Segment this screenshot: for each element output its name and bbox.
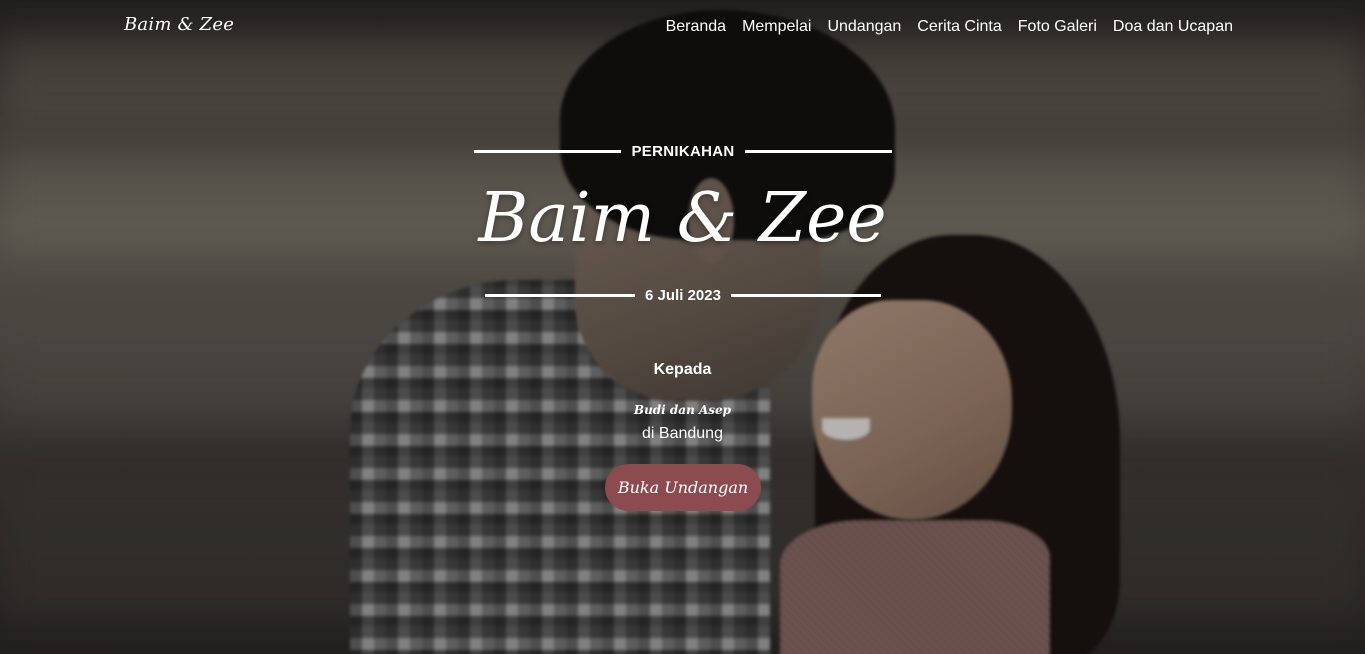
eyebrow-row: PERNIKAHAN — [474, 143, 892, 160]
guest-place: di Bandung — [642, 425, 723, 442]
hero-content: PERNIKAHAN Baim & Zee 6 Juli 2023 Kepada… — [0, 0, 1365, 654]
divider-line — [744, 150, 892, 153]
couple-title: Baim & Zee — [478, 179, 887, 258]
hero-section: Baim & Zee Beranda Mempelai Undangan Cer… — [0, 0, 1365, 654]
divider-line — [474, 150, 622, 153]
date-row: 6 Juli 2023 — [481, 287, 885, 304]
divider-line — [485, 294, 636, 297]
divider-line — [730, 294, 881, 297]
guest-name: Budi dan Asep — [633, 403, 732, 417]
recipient-label: Kepada — [653, 361, 712, 378]
open-invitation-button[interactable]: Buka Undangan — [605, 464, 761, 511]
eyebrow-text: PERNIKAHAN — [631, 143, 735, 160]
wedding-date: 6 Juli 2023 — [645, 287, 721, 304]
